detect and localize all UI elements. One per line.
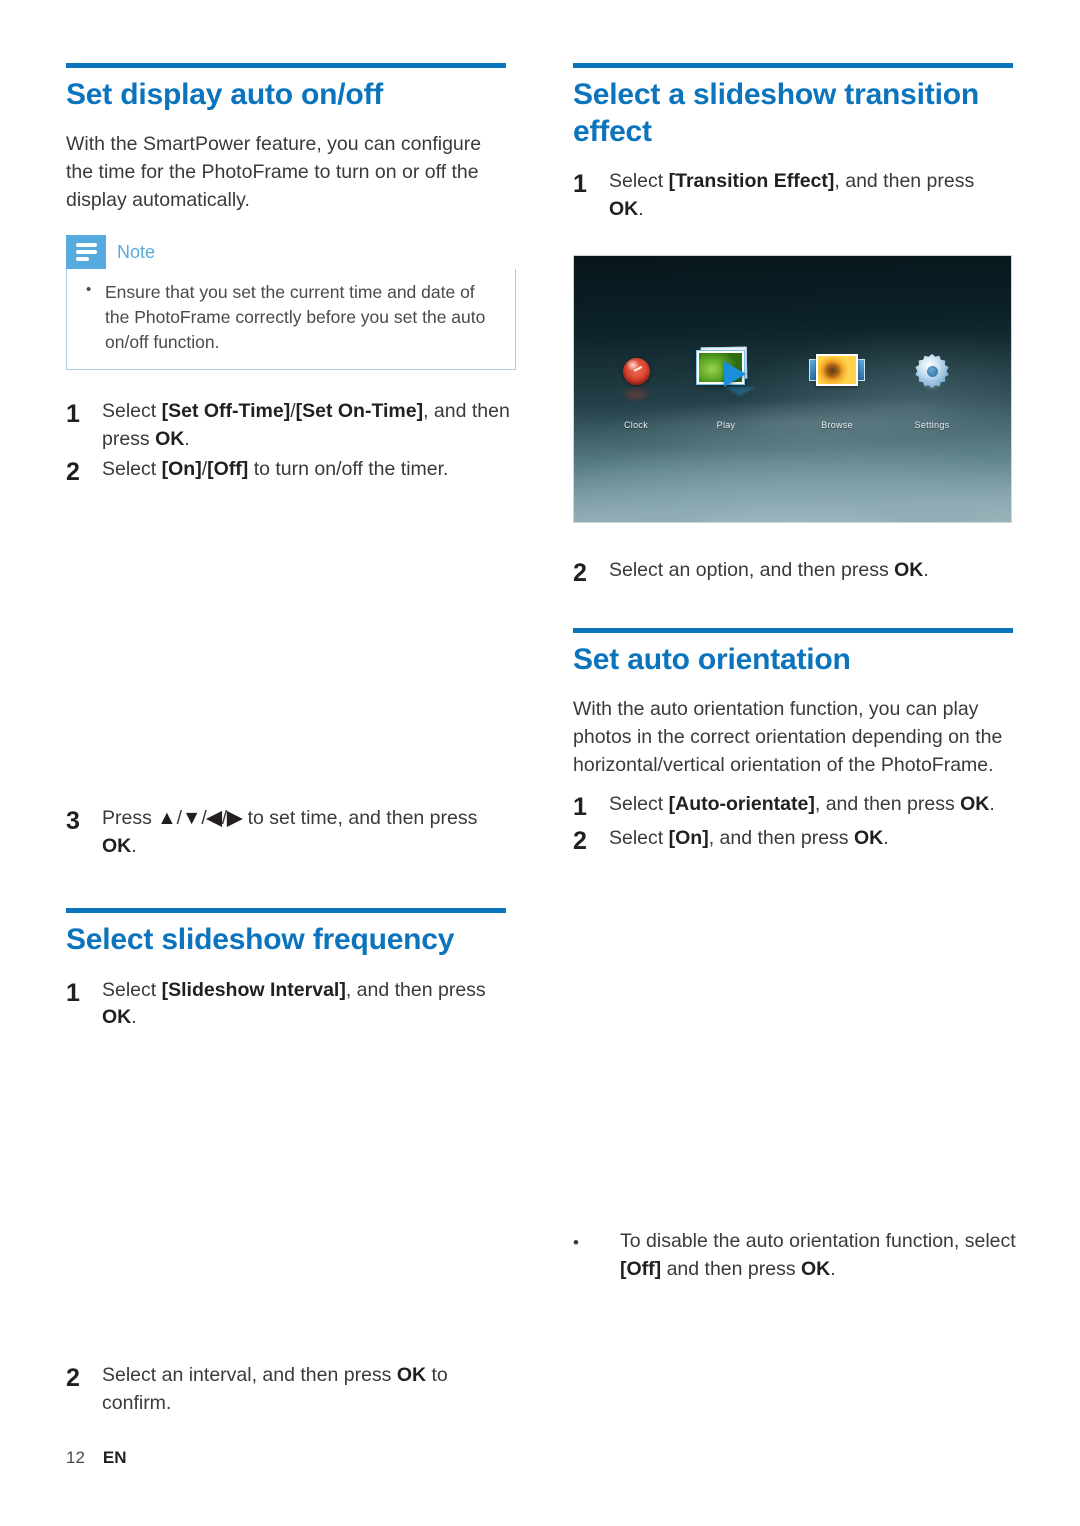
section-title: Set display auto on/off: [66, 78, 384, 111]
step-text: Select [Transition Effect], and then pre…: [609, 170, 975, 221]
step-number: 2: [66, 1364, 80, 1392]
step-item: 1 Select [Transition Effect], and then p…: [573, 168, 1013, 224]
bullet-list: • To disable the auto orientation functi…: [573, 1228, 1021, 1284]
step-number: 1: [573, 793, 587, 822]
page-number: 12: [66, 1448, 85, 1467]
section-title: Select a slideshow transition effect: [573, 78, 979, 148]
browse-photo-strip-icon: [789, 344, 885, 398]
step-number: 2: [573, 826, 587, 855]
step-number: 1: [66, 400, 80, 428]
section-rule: [573, 628, 1013, 633]
note-body: Ensure that you set the current time and…: [66, 269, 516, 370]
step-text: Select an interval, and then press OK to…: [102, 1364, 448, 1414]
step-text: Select an option, and then press OK.: [609, 559, 929, 581]
clock-sphere-icon: [588, 344, 684, 401]
note-list: Ensure that you set the current time and…: [81, 279, 501, 355]
bullet-item: • To disable the auto orientation functi…: [573, 1228, 1021, 1284]
step-list: 1 Select [Set Off-Time]/[Set On-Time], a…: [66, 398, 514, 487]
step-item: 1 Select [Set Off-Time]/[Set On-Time], a…: [66, 398, 514, 454]
step-text: Select [On]/[Off] to turn on/off the tim…: [102, 457, 449, 480]
step-item: 2 Select [On]/[Off] to turn on/off the t…: [66, 456, 514, 488]
step-text: Press ▲/▼/◀/▶ to set time, and then pres…: [102, 807, 478, 857]
step-list: 2 Select an interval, and then press OK …: [66, 1362, 514, 1418]
menu-item-label: Clock: [623, 420, 648, 430]
menu-item-label: Browse: [821, 420, 853, 430]
step-list: 3 Press ▲/▼/◀/▶ to set time, and then pr…: [66, 805, 514, 861]
steps-transition-effect-2: 2 Select an option, and then press OK.: [573, 555, 1021, 589]
step-text: Select [Set Off-Time]/[Set On-Time], and…: [102, 400, 510, 450]
section-intro-paragraph: With the SmartPower feature, you can con…: [66, 132, 482, 212]
section-rule: [573, 63, 1013, 68]
section-title: Set auto orientation: [573, 643, 851, 676]
steps-set-display-3: 3 Press ▲/▼/◀/▶ to set time, and then pr…: [66, 803, 514, 861]
step-item: 1 Select [Auto-orientate], and then pres…: [573, 791, 1013, 823]
steps-slideshow-frequency-2: 2 Select an interval, and then press OK …: [66, 1360, 514, 1418]
right-column: Select a slideshow transition effect 1 S…: [573, 0, 1021, 1526]
step-text: Select [Auto-orientate], and then press …: [609, 793, 995, 816]
play-photo-arrow-icon: [678, 344, 774, 398]
step-list: 2 Select an option, and then press OK.: [573, 557, 1021, 589]
note-lines-icon: [66, 235, 106, 270]
page-language: EN: [102, 1448, 127, 1467]
step-number: 2: [573, 559, 587, 587]
menu-item-clock[interactable]: Clock: [588, 344, 684, 430]
section-rule: [66, 63, 506, 68]
menu-item-play[interactable]: Play: [678, 344, 774, 430]
step-item: 2 Select [On], and then press OK.: [573, 825, 1013, 857]
step-text: Select [On], and then press OK.: [609, 826, 889, 849]
note-header: Note: [66, 235, 516, 270]
step-number: 3: [66, 807, 80, 835]
step-item: 2 Select an interval, and then press OK …: [66, 1362, 514, 1418]
manual-page: Set display auto on/off With the SmartPo…: [0, 0, 1080, 1526]
gear-icon: [884, 344, 980, 398]
step-number: 2: [66, 457, 80, 486]
step-item: 1 Select [Slideshow Interval], and then …: [66, 977, 506, 1033]
step-list: 1 Select [Transition Effect], and then p…: [573, 168, 1013, 224]
page-footer: 12 EN: [66, 1448, 127, 1468]
note-label: Note: [117, 241, 156, 262]
section-select-slideshow-transition-effect: Select a slideshow transition effect 1 S…: [573, 63, 1013, 224]
bullet-dot-icon: •: [573, 1233, 579, 1252]
bullet-text: To disable the auto orientation function…: [620, 1230, 1016, 1280]
note-list-item: Ensure that you set the current time and…: [81, 279, 501, 355]
step-item: 2 Select an option, and then press OK.: [573, 557, 1021, 589]
section-title: Select slideshow frequency: [66, 923, 455, 956]
step-list: 1 Select [Slideshow Interval], and then …: [66, 977, 506, 1033]
menu-item-label: Play: [716, 420, 736, 430]
note-box: Note Ensure that you set the current tim…: [66, 235, 516, 370]
section-intro-paragraph: With the auto orientation function, you …: [573, 697, 1003, 777]
step-list: 1 Select [Auto-orientate], and then pres…: [573, 791, 1013, 856]
menu-item-settings[interactable]: Settings: [884, 344, 980, 430]
step-text: Select [Slideshow Interval], and then pr…: [102, 978, 486, 1029]
section-set-display-auto-on-off: Set display auto on/off With the SmartPo…: [66, 63, 516, 370]
photoframe-home-screen-screenshot: Clock Play Browse Settings: [573, 255, 1012, 523]
step-number: 1: [573, 170, 587, 199]
section-select-slideshow-frequency: Select slideshow frequency 1 Select [Sli…: [66, 908, 506, 1032]
menu-item-label: Settings: [914, 420, 950, 430]
step-number: 1: [66, 978, 80, 1007]
section-rule: [66, 908, 506, 913]
left-column: Set display auto on/off With the SmartPo…: [66, 0, 516, 1526]
step-item: 3 Press ▲/▼/◀/▶ to set time, and then pr…: [66, 805, 514, 861]
steps-set-display-1-2: 1 Select [Set Off-Time]/[Set On-Time], a…: [66, 396, 514, 487]
section-set-auto-orientation: Set auto orientation With the auto orien…: [573, 628, 1013, 856]
menu-item-browse[interactable]: Browse: [789, 344, 885, 430]
auto-orientation-tip-list: • To disable the auto orientation functi…: [573, 1228, 1021, 1284]
